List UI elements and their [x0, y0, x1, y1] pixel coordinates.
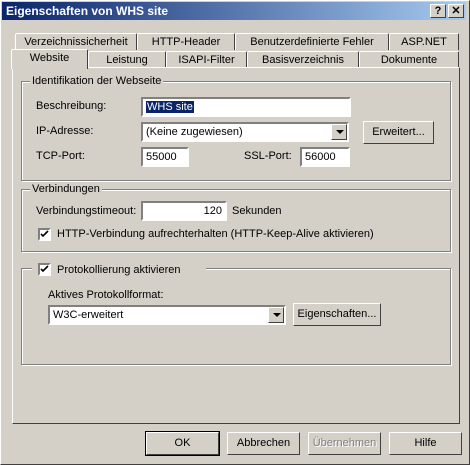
close-title-button[interactable]: ✕ [448, 4, 464, 18]
close-icon: ✕ [451, 5, 461, 17]
description-value: WHS site [146, 101, 194, 113]
ssl-port-value: 56000 [305, 151, 336, 163]
log-format-dropdown-button[interactable] [268, 307, 284, 323]
description-input[interactable]: WHS site [141, 97, 351, 117]
ok-button[interactable]: OK [145, 431, 220, 456]
timeout-unit-label: Sekunden [232, 205, 282, 217]
apply-button-label: Übernehmen [312, 437, 377, 449]
keepalive-checkbox[interactable] [38, 228, 51, 241]
connection-timeout-label: Verbindungstimeout: [36, 205, 137, 217]
ssl-port-label: SSL-Port: [244, 150, 292, 162]
tab-isapi-filter[interactable]: ISAPI-Filter [166, 51, 247, 68]
tab-label: ISAPI-Filter [178, 54, 235, 66]
tab-basisverzeichnis[interactable]: Basisverzeichnis [247, 51, 359, 68]
tab-label: Benutzerdefinierte Fehler [250, 36, 374, 48]
tab-label: ASP.NET [401, 36, 447, 48]
tcp-port-label: TCP-Port: [36, 150, 85, 162]
connection-timeout-input[interactable]: 120 [141, 201, 227, 221]
connections-group [21, 189, 451, 252]
properties-dialog: Eigenschaften von WHS site ? ✕ Verzeichn… [0, 0, 470, 465]
identification-legend: Identifikation der Webseite [30, 75, 164, 87]
tab-label: HTTP-Header [151, 36, 221, 48]
checkmark-icon [40, 265, 49, 273]
apply-button[interactable]: Übernehmen [308, 432, 381, 455]
tab-http-header[interactable]: HTTP-Header [137, 33, 235, 50]
connection-timeout-value: 120 [203, 205, 222, 217]
tab-dokumente[interactable]: Dokumente [359, 51, 459, 68]
checkmark-icon [40, 230, 49, 238]
tcp-port-value: 55000 [146, 151, 177, 163]
connections-legend: Verbindungen [30, 183, 102, 195]
ip-address-select[interactable]: (Keine zugewiesen) [141, 122, 349, 142]
tab-label: Dokumente [380, 54, 438, 66]
log-properties-button[interactable]: Eigenschaften... [293, 303, 381, 326]
advanced-button-label: Erweitert... [372, 126, 425, 138]
logging-label[interactable]: Protokollierung aktivieren [57, 264, 181, 276]
ip-dropdown-button[interactable] [331, 124, 347, 140]
cancel-button-label: Abbrechen [236, 437, 291, 449]
chevron-down-icon [336, 130, 344, 134]
window-title: Eigenschaften von WHS site [6, 4, 169, 18]
chevron-down-icon [273, 313, 281, 317]
help-icon: ? [434, 5, 442, 17]
ssl-port-input[interactable]: 56000 [300, 147, 350, 167]
ip-address-value: (Keine zugewiesen) [146, 126, 243, 138]
tab-label: Leistung [106, 54, 148, 66]
help-button-label: Hilfe [414, 437, 437, 449]
tab-verzeichnissicherheit[interactable]: Verzeichnissicherheit [15, 33, 137, 50]
ip-address-label: IP-Adresse: [36, 125, 94, 137]
logging-checkbox[interactable] [38, 263, 51, 276]
keepalive-label[interactable]: HTTP-Verbindung aufrechterhalten (HTTP-K… [57, 228, 374, 240]
tab-leistung[interactable]: Leistung [88, 51, 166, 68]
help-button[interactable]: Hilfe [389, 432, 462, 455]
log-properties-button-label: Eigenschaften... [297, 308, 377, 320]
tab-website[interactable]: Website [11, 49, 88, 69]
log-format-label: Aktives Protokollformat: [48, 289, 164, 301]
tab-asp-net[interactable]: ASP.NET [389, 33, 459, 50]
tab-benutzerdefinierte-fehler[interactable]: Benutzerdefinierte Fehler [235, 33, 389, 50]
tab-label: Website [29, 52, 70, 64]
log-format-select[interactable]: W3C-erweitert [48, 305, 286, 325]
tab-label: Basisverzeichnis [262, 54, 344, 66]
cancel-button[interactable]: Abbrechen [227, 432, 300, 455]
log-format-value: W3C-erweitert [53, 309, 124, 321]
title-bar[interactable]: Eigenschaften von WHS site ? ✕ [2, 2, 466, 20]
tab-label: Verzeichnissicherheit [24, 36, 128, 48]
ok-button-label: OK [174, 437, 191, 449]
description-label: Beschreibung: [36, 100, 107, 112]
advanced-button[interactable]: Erweitert... [363, 121, 434, 144]
help-title-button[interactable]: ? [430, 4, 446, 18]
tcp-port-input[interactable]: 55000 [141, 147, 189, 167]
website-tab-panel: Identifikation der Webseite Beschreibung… [12, 67, 460, 424]
